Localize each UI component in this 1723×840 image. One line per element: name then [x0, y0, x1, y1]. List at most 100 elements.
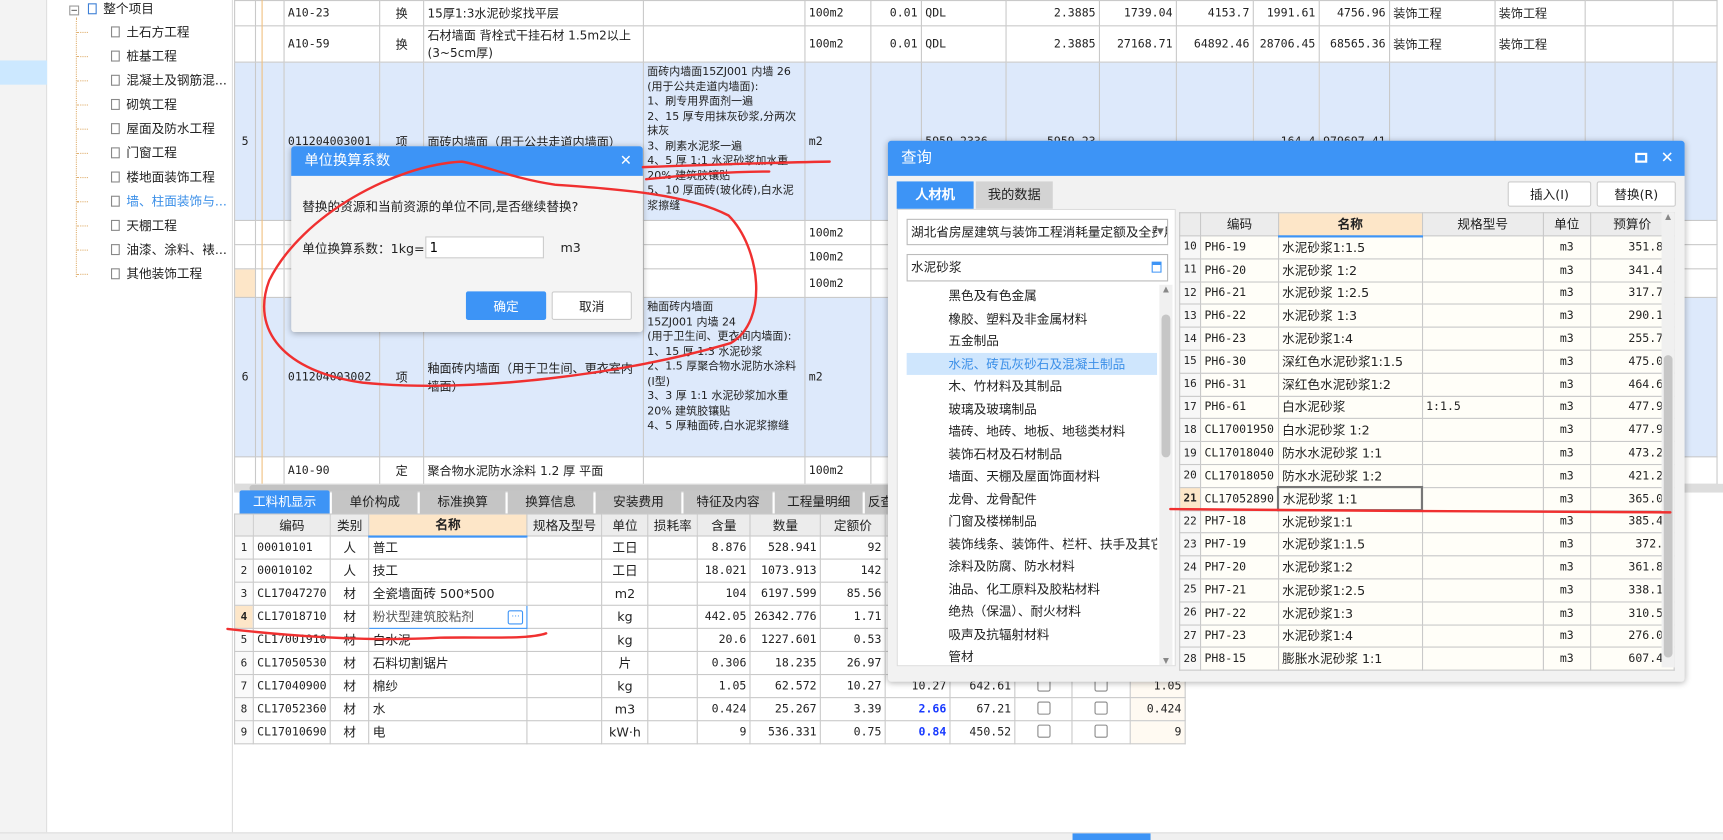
- cell[interactable]: [1421, 303, 1544, 328]
- cell[interactable]: 14: [1179, 326, 1202, 351]
- cell[interactable]: 0.424: [1129, 697, 1186, 722]
- cell-type[interactable]: 换: [379, 25, 425, 63]
- cell[interactable]: 0.424: [696, 697, 751, 722]
- cell[interactable]: [647, 697, 699, 722]
- cell[interactable]: [647, 627, 699, 653]
- cell[interactable]: 1: [234, 535, 254, 560]
- tree-item[interactable]: 其他装饰工程: [76, 263, 202, 285]
- scroll-up-icon[interactable]: ▲: [1662, 212, 1675, 221]
- cell[interactable]: 人: [329, 535, 370, 560]
- cell[interactable]: 9: [696, 720, 751, 745]
- cell[interactable]: PH6-61: [1200, 395, 1279, 420]
- cell[interactable]: CL17050530: [252, 650, 332, 676]
- cell[interactable]: m3: [1542, 463, 1591, 488]
- column-header[interactable]: 规格型号: [1421, 212, 1544, 237]
- cell[interactable]: 2: [234, 558, 254, 583]
- cell[interactable]: 18: [1179, 418, 1202, 443]
- checkbox[interactable]: [1094, 700, 1108, 715]
- cell[interactable]: [647, 581, 699, 606]
- cell-num[interactable]: [234, 456, 257, 485]
- cell[interactable]: CL17052360: [252, 697, 332, 722]
- cell-features[interactable]: [642, 268, 806, 298]
- cell[interactable]: 18.235: [749, 650, 822, 676]
- cell[interactable]: CL17010690: [252, 720, 332, 745]
- cell-code[interactable]: A10-23: [283, 0, 381, 27]
- cell[interactable]: [526, 720, 603, 745]
- cell[interactable]: 23: [1179, 532, 1202, 557]
- cell-features[interactable]: [642, 0, 806, 27]
- tree-item[interactable]: 楼地面装饰工程: [76, 166, 215, 188]
- cell-features[interactable]: [642, 219, 806, 246]
- cell[interactable]: 10: [1179, 235, 1202, 260]
- cell[interactable]: 片: [601, 650, 649, 676]
- table-row[interactable]: 18 CL17001950 白水泥砂浆 1:2 m3 477.99: [1179, 418, 1675, 443]
- cell[interactable]: 104: [696, 581, 751, 606]
- cell[interactable]: 8.876: [696, 535, 751, 560]
- cell[interactable]: 0.75: [819, 720, 886, 745]
- cell[interactable]: [647, 650, 699, 676]
- cell[interactable]: 00010102: [252, 558, 332, 583]
- cell[interactable]: 深红色水泥砂浆1:2: [1277, 372, 1423, 397]
- cell[interactable]: m3: [1542, 509, 1591, 534]
- cell[interactable]: 棉纱: [368, 673, 528, 699]
- cell[interactable]: [526, 535, 603, 560]
- checkbox[interactable]: [1094, 724, 1108, 738]
- cell[interactable]: 26: [1179, 601, 1202, 626]
- cell[interactable]: [1421, 624, 1544, 648]
- cell[interactable]: [1071, 697, 1131, 722]
- cell[interactable]: 85.56: [819, 581, 886, 606]
- close-icon[interactable]: ✕: [620, 146, 632, 176]
- cell[interactable]: [1421, 532, 1544, 557]
- cell-v3[interactable]: 64892.46: [1175, 25, 1254, 63]
- cell[interactable]: [1421, 578, 1544, 603]
- cell-v5[interactable]: 4756.96: [1318, 0, 1391, 27]
- cell[interactable]: CL17018710: [252, 604, 332, 629]
- cell[interactable]: 水泥砂浆1:4: [1277, 326, 1423, 351]
- category-item[interactable]: 门窗及楼梯制品: [907, 510, 1158, 533]
- cell-features[interactable]: 面砖内墙面15ZJ001 内墙 26 (用于公共走道内墙面): 1、刷专用界面剂…: [642, 61, 806, 221]
- cell[interactable]: 电: [368, 720, 528, 745]
- cell[interactable]: CL17001910: [252, 627, 332, 653]
- tree-item[interactable]: 油漆、涂料、裱...: [76, 239, 227, 261]
- cell[interactable]: [1421, 509, 1544, 534]
- table-row[interactable]: 27 PH7-23 水泥砂浆1:4 m3 276.08: [1179, 624, 1675, 648]
- tab-my-data[interactable]: 我的数据: [975, 181, 1053, 209]
- cell[interactable]: PH6-20: [1200, 258, 1279, 283]
- cell-name[interactable]: 15厚1:3水泥砂浆找平层: [423, 0, 644, 27]
- cell-v1[interactable]: 2.3885: [1005, 25, 1100, 63]
- cell[interactable]: 0.306: [696, 650, 751, 676]
- column-header[interactable]: [1179, 212, 1202, 237]
- cell[interactable]: [526, 581, 603, 606]
- column-header[interactable]: 单位: [601, 513, 649, 537]
- cell[interactable]: 20.6: [696, 627, 751, 653]
- cell[interactable]: 92: [819, 535, 886, 560]
- column-header[interactable]: 类别: [329, 513, 370, 537]
- cell[interactable]: m3: [1542, 235, 1591, 260]
- cell[interactable]: 67.21: [949, 697, 1016, 722]
- category-item[interactable]: 装饰石材及石材制品: [907, 443, 1158, 466]
- cell[interactable]: [1421, 326, 1544, 351]
- cell[interactable]: 8: [234, 697, 254, 722]
- cell[interactable]: PH7-21: [1200, 578, 1279, 603]
- table-row[interactable]: 25 PH7-21 水泥砂浆1:2.5 m3 338.16: [1179, 578, 1675, 603]
- cell[interactable]: m3: [1542, 646, 1591, 671]
- cell[interactable]: 1:1.5: [1421, 395, 1544, 420]
- tree-item[interactable]: 天棚工程: [76, 214, 177, 236]
- cell[interactable]: m3: [1542, 578, 1591, 603]
- category-item[interactable]: 橡胶、塑料及非金属材料: [907, 307, 1158, 330]
- cell[interactable]: 水泥砂浆1:1.5: [1277, 532, 1423, 557]
- cell-code[interactable]: A10-59: [283, 25, 381, 63]
- cell[interactable]: [1421, 646, 1544, 671]
- cell[interactable]: m2: [601, 581, 649, 606]
- cell-num[interactable]: [234, 25, 257, 63]
- cell[interactable]: 536.331: [749, 720, 822, 745]
- column-header[interactable]: 规格及型号: [526, 513, 603, 537]
- cell[interactable]: [526, 673, 603, 699]
- table-row[interactable]: 12 PH6-21 水泥砂浆 1:2.5 m3 317.79: [1179, 281, 1675, 305]
- cell-cat1[interactable]: 装饰工程: [1388, 25, 1496, 63]
- cell[interactable]: 水泥砂浆1:1.5: [1277, 235, 1423, 260]
- cell-v2[interactable]: 27168.71: [1098, 25, 1177, 63]
- cell[interactable]: m3: [1542, 258, 1591, 283]
- cell-num[interactable]: 6: [234, 296, 257, 458]
- cell[interactable]: 工日: [601, 535, 649, 560]
